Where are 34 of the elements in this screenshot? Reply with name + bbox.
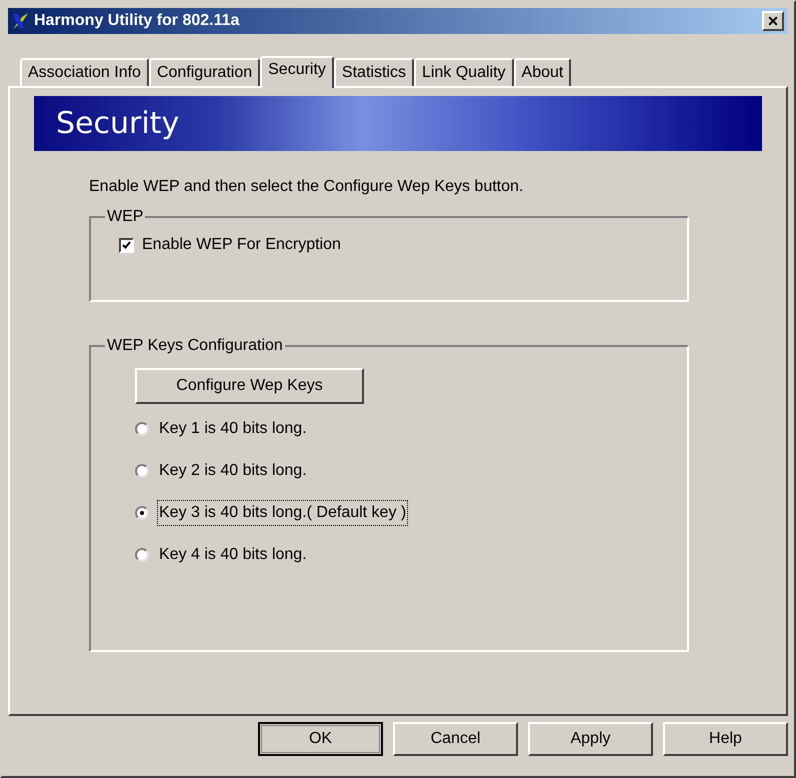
radio-button[interactable] — [135, 548, 149, 562]
tab[interactable]: Security — [260, 56, 334, 88]
radio-label: Key 2 is 40 bits long. — [158, 461, 308, 481]
group-legend: WEP — [105, 205, 146, 229]
checkbox[interactable] — [119, 238, 134, 252]
wep-checkbox[interactable]: Enable WEP For Encryption — [119, 233, 673, 257]
dialog-button[interactable]: OK — [258, 722, 383, 756]
tab[interactable]: Statistics — [334, 58, 414, 86]
tab[interactable]: About — [514, 58, 572, 86]
radio-button[interactable] — [135, 422, 149, 436]
logo-icon — [12, 12, 30, 30]
radio-label: Key 3 is 40 bits long.( Default key ) — [157, 500, 408, 526]
dialog-button[interactable]: Apply — [528, 722, 653, 756]
configure-keys-button[interactable]: Configure Wep Keys — [135, 368, 364, 404]
checkbox-label: Enable WEP For Encryption — [142, 235, 341, 255]
radio-label: Key 1 is 40 bits long. — [158, 419, 308, 439]
dialog-button[interactable]: Help — [663, 722, 788, 756]
tab[interactable]: Link Quality — [414, 58, 514, 86]
key-radio[interactable]: Key 3 is 40 bits long.( Default key ) — [135, 502, 673, 524]
window-title: Harmony Utility for 802.11a — [34, 11, 240, 31]
check-icon — [122, 241, 131, 249]
tab[interactable]: Association Info — [20, 58, 149, 86]
close-button[interactable]: × — [762, 11, 784, 31]
banner-title: Security — [56, 105, 180, 143]
key-radio[interactable]: Key 4 is 40 bits long. — [135, 544, 673, 566]
dialog-button[interactable]: Cancel — [393, 722, 518, 756]
tab[interactable]: Configuration — [148, 58, 260, 86]
radio-button[interactable] — [135, 464, 149, 478]
key-radio[interactable]: Key 1 is 40 bits long. — [135, 418, 673, 440]
instructions-text: Enable WEP and then select the Configure Wep Keys button. — [89, 177, 524, 195]
key-radio[interactable]: Key 2 is 40 bits long. — [135, 460, 673, 482]
radio-label: Key 4 is 40 bits long. — [158, 545, 308, 565]
radio-button[interactable] — [135, 506, 149, 520]
group-legend: WEP Keys Configuration — [105, 334, 285, 358]
